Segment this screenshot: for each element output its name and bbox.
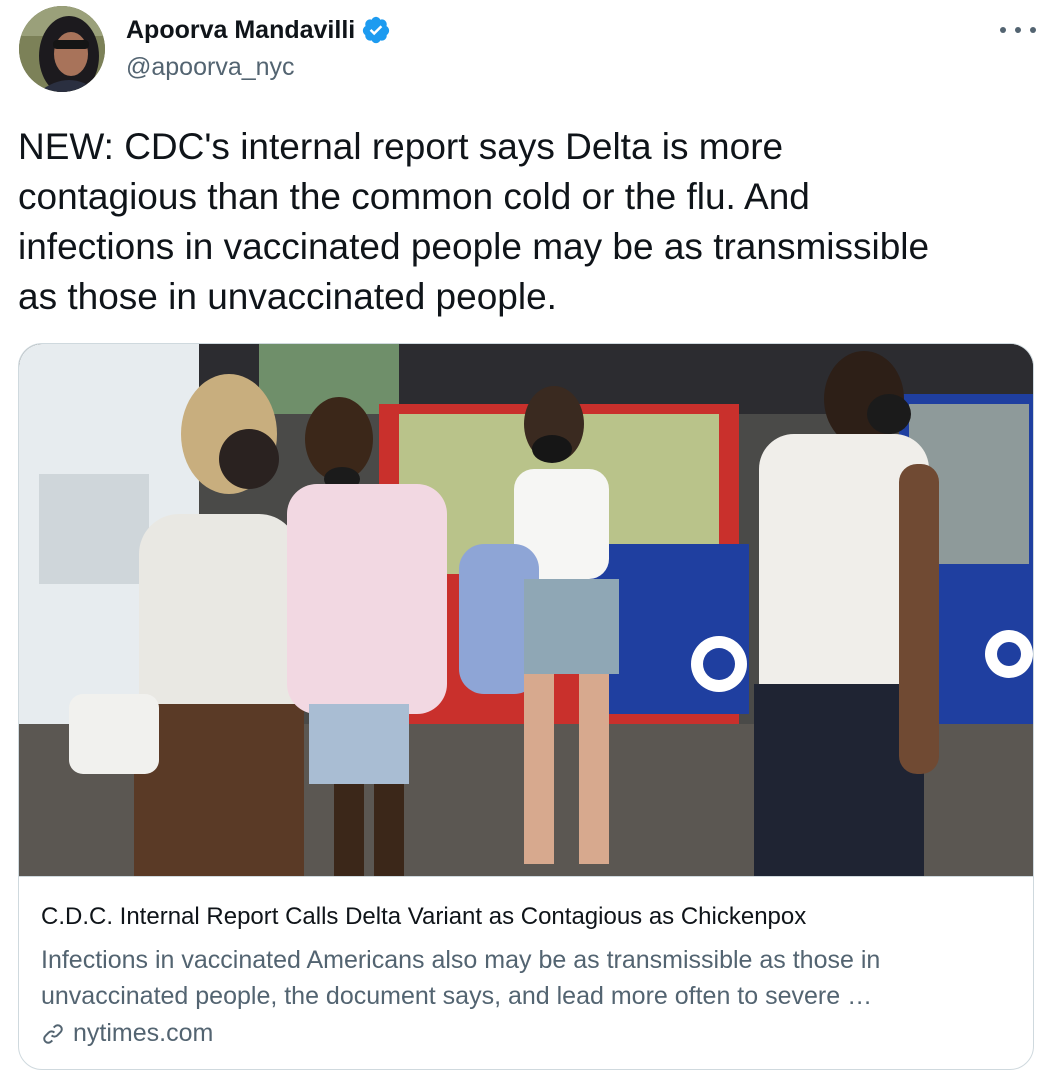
author-handle[interactable]: @apoorva_nyc bbox=[126, 53, 295, 82]
card-divider bbox=[19, 876, 1033, 877]
author-name[interactable]: Apoorva Mandavilli bbox=[126, 16, 355, 45]
tweet-text: NEW: CDC's internal report says Delta is… bbox=[18, 126, 930, 317]
card-domain-text: nytimes.com bbox=[73, 1019, 214, 1047]
card-description: Infections in vaccinated Americans also … bbox=[41, 946, 881, 1010]
more-options-icon[interactable] bbox=[1000, 22, 1036, 38]
dot bbox=[1030, 27, 1036, 33]
card-domain[interactable]: nytimes.com bbox=[41, 1019, 213, 1048]
author-row: Apoorva Mandavilli bbox=[126, 15, 391, 45]
link-icon bbox=[43, 1023, 63, 1044]
tweet: Apoorva Mandavilli @apoorva_nyc NEW: CDC… bbox=[0, 0, 1056, 1092]
dot bbox=[1000, 27, 1006, 33]
card-image[interactable] bbox=[19, 344, 1033, 876]
verified-badge-icon bbox=[363, 16, 390, 44]
dot bbox=[1015, 27, 1021, 33]
avatar[interactable] bbox=[19, 6, 105, 92]
card-title[interactable]: C.D.C. Internal Report Calls Delta Varia… bbox=[41, 903, 806, 931]
link-card[interactable]: C.D.C. Internal Report Calls Delta Varia… bbox=[18, 343, 1034, 1070]
